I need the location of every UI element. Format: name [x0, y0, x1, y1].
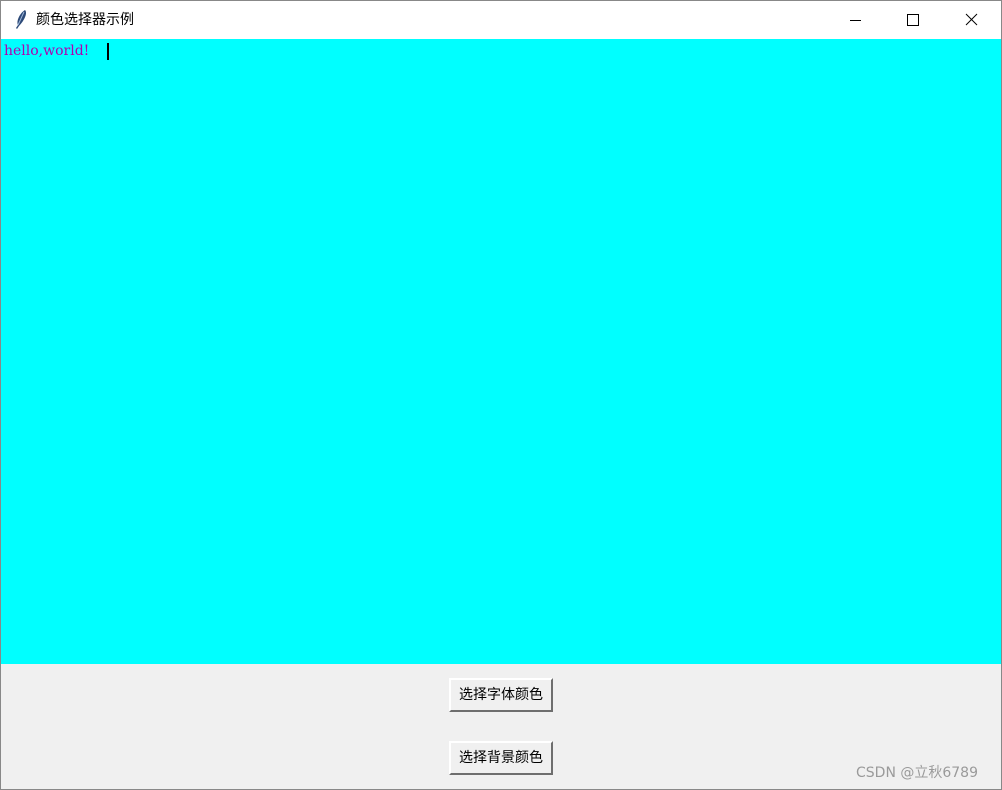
title-bar[interactable]: 颜色选择器示例 [1, 1, 1001, 39]
button-panel: 选择字体颜色 选择背景颜色 [1, 664, 1001, 789]
window-title: 颜色选择器示例 [36, 12, 134, 28]
choose-font-color-button[interactable]: 选择字体颜色 [449, 678, 553, 712]
close-button[interactable] [943, 1, 1001, 39]
choose-background-color-button[interactable]: 选择背景颜色 [449, 741, 553, 775]
close-icon [965, 13, 978, 26]
editor-content: hello,world! [4, 43, 90, 59]
maximize-button[interactable] [884, 1, 942, 39]
text-editor[interactable]: hello,world! [1, 39, 1001, 664]
minimize-icon [850, 20, 861, 21]
csdn-watermark: CSDN @立秋6789 [856, 765, 978, 781]
maximize-icon [907, 14, 919, 26]
feather-icon [13, 9, 29, 31]
text-cursor [107, 43, 109, 60]
minimize-button[interactable] [826, 1, 884, 39]
app-window: 颜色选择器示例 hello,world! 选择字体颜色 选择背景颜色 [0, 0, 1002, 790]
